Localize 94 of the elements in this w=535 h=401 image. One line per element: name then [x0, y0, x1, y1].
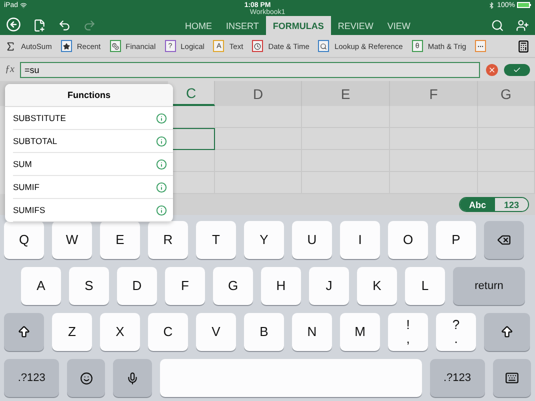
ribbon-tab[interactable]: HOME: [178, 16, 219, 35]
bluetooth-icon: [488, 2, 496, 8]
grid-cell[interactable]: [215, 128, 302, 150]
key[interactable]: J: [309, 267, 349, 305]
keyboard-mode-toggle[interactable]: 123: [494, 198, 528, 211]
key[interactable]: K: [357, 267, 397, 305]
smiley-icon: [80, 372, 93, 384]
fx-label: ƒx: [5, 64, 14, 76]
close-icon: [488, 66, 496, 74]
key[interactable]: E: [100, 221, 140, 259]
shift-icon: [17, 325, 31, 339]
shift-icon: [500, 325, 514, 339]
backspace-key[interactable]: [484, 221, 524, 259]
key[interactable]: U: [292, 221, 332, 259]
function-item[interactable]: SUMIFS: [13, 199, 173, 222]
key[interactable]: W: [52, 221, 92, 259]
key[interactable]: C: [148, 313, 188, 351]
grid-cell[interactable]: [302, 106, 390, 128]
undo-icon[interactable]: [58, 19, 71, 32]
key[interactable]: Q: [4, 221, 44, 259]
key-symbol: !: [406, 318, 410, 332]
back-icon[interactable]: [6, 17, 21, 32]
check-icon: [513, 66, 521, 74]
key-symbol: ?: [452, 318, 460, 332]
search-icon[interactable]: [491, 19, 504, 32]
numbers-key[interactable]: .?123: [430, 359, 485, 397]
cancel-button[interactable]: [486, 64, 498, 76]
key[interactable]: L: [405, 267, 445, 305]
add-person-icon[interactable]: [516, 19, 529, 32]
function-item[interactable]: SUM: [13, 153, 173, 176]
document-icon[interactable]: [33, 19, 46, 32]
ribbon-tab[interactable]: VIEW: [380, 16, 418, 35]
key[interactable]: I: [340, 221, 380, 259]
keyboard-mode-toggle[interactable]: Abc: [460, 198, 495, 211]
key[interactable]: A: [21, 267, 61, 305]
key[interactable]: V: [196, 313, 236, 351]
key[interactable]: R: [148, 221, 188, 259]
keyboard-icon: [504, 371, 519, 385]
column-header[interactable]: C: [168, 81, 215, 106]
key[interactable]: P: [436, 221, 476, 259]
column-header[interactable]: F: [390, 81, 478, 106]
return-key[interactable]: return: [453, 267, 525, 305]
key[interactable]: F: [165, 267, 205, 305]
wifi-icon: [20, 2, 28, 8]
column-header[interactable]: G: [478, 81, 535, 106]
key[interactable]: T: [196, 221, 236, 259]
function-item[interactable]: SUMIF: [13, 176, 173, 199]
popup-title: Functions: [5, 84, 173, 107]
key[interactable]: M: [340, 313, 380, 351]
key[interactable]: N: [292, 313, 332, 351]
info-icon[interactable]: [156, 158, 167, 170]
ribbon-tab[interactable]: FORMULAS: [266, 16, 331, 35]
formula-field[interactable]: =su: [20, 62, 480, 78]
key[interactable]: ? .: [436, 313, 476, 351]
grid-cell[interactable]: [215, 150, 302, 172]
key[interactable]: Y: [244, 221, 284, 259]
grid-cell[interactable]: [390, 106, 478, 128]
column-header[interactable]: D: [215, 81, 302, 106]
confirm-button[interactable]: [504, 64, 530, 76]
sigma-icon: [5, 40, 16, 52]
grid-cell[interactable]: [478, 106, 535, 128]
more-functions-icon[interactable]: [475, 40, 486, 52]
column-header[interactable]: E: [302, 81, 390, 106]
info-icon[interactable]: [156, 136, 167, 146]
key[interactable]: X: [100, 313, 140, 351]
function-item[interactable]: SUBSTITUTE: [13, 107, 173, 130]
key[interactable]: Z: [52, 313, 92, 351]
emoji-key[interactable]: [67, 359, 106, 397]
hide-keyboard-key[interactable]: [492, 359, 532, 397]
grid-cell[interactable]: [215, 106, 302, 128]
key[interactable]: ! ,: [388, 313, 428, 351]
ribbon-tab[interactable]: INSERT: [219, 16, 266, 35]
function-item[interactable]: SUBTOTAL: [13, 130, 173, 153]
calculator-icon[interactable]: [517, 40, 530, 53]
key[interactable]: S: [69, 267, 109, 305]
key[interactable]: O: [388, 221, 428, 259]
shift-key[interactable]: [484, 313, 530, 351]
redo-icon[interactable]: [83, 19, 96, 32]
key[interactable]: B: [244, 313, 284, 351]
ribbon-tab[interactable]: REVIEW: [330, 16, 380, 35]
battery-icon: [516, 2, 531, 8]
shift-key[interactable]: [4, 313, 44, 351]
key[interactable]: G: [213, 267, 253, 305]
key-symbol: ,: [406, 332, 410, 346]
microphone-icon: [126, 372, 139, 384]
dictation-key[interactable]: [113, 359, 152, 397]
info-icon[interactable]: [156, 112, 167, 124]
info-icon[interactable]: [156, 204, 167, 216]
key-symbol: .: [454, 332, 458, 346]
info-icon[interactable]: [156, 182, 167, 192]
key[interactable]: D: [117, 267, 157, 305]
numbers-key[interactable]: .?123: [4, 359, 60, 397]
backspace-icon: [497, 233, 511, 247]
key[interactable]: H: [261, 267, 301, 305]
